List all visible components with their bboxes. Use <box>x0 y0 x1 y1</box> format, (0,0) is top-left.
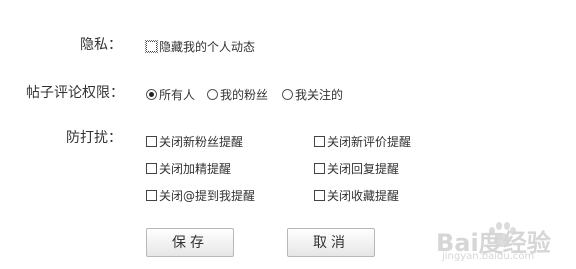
checkbox-box[interactable] <box>146 136 157 147</box>
radio-button[interactable] <box>207 89 218 100</box>
checkbox-box[interactable] <box>145 40 158 53</box>
disable-reply-label: 关闭回复提醒 <box>327 162 400 176</box>
hide-activity-checkbox[interactable]: 隐藏我的个人动态 <box>145 38 256 55</box>
disable-new-fan-label: 关闭新粉丝提醒 <box>159 135 244 149</box>
disable-new-review-label: 关闭新评价提醒 <box>327 135 412 149</box>
disable-mention-label: 关闭@提到我提醒 <box>159 189 256 203</box>
checkbox-box[interactable] <box>146 163 157 174</box>
disable-favorite-reminder[interactable]: 关闭收藏提醒 <box>314 187 399 204</box>
checkbox-box[interactable] <box>146 190 157 201</box>
comment-permission-label: 帖子评论权限： <box>26 85 124 101</box>
radio-following-label: 我关注的 <box>295 88 344 102</box>
radio-following[interactable]: 我关注的 <box>282 86 343 103</box>
privacy-label: 隐私： <box>80 37 122 53</box>
baidu-jingyan-watermark: Bai度经验 jingyan.baidu.com <box>436 222 566 265</box>
disable-favorite-label: 关闭收藏提醒 <box>327 189 400 203</box>
save-button[interactable]: 保存 <box>146 228 234 257</box>
checkbox-box[interactable] <box>314 136 325 147</box>
radio-button[interactable] <box>282 89 293 100</box>
disable-featured-reminder[interactable]: 关闭加精提醒 <box>146 160 231 177</box>
disable-new-review-reminder[interactable]: 关闭新评价提醒 <box>314 133 411 150</box>
radio-everyone-label: 所有人 <box>159 88 196 102</box>
disable-featured-label: 关闭加精提醒 <box>159 162 232 176</box>
radio-everyone[interactable]: 所有人 <box>146 86 195 103</box>
hide-activity-label: 隐藏我的个人动态 <box>159 40 256 54</box>
checkbox-box[interactable] <box>314 190 325 201</box>
checkbox-box[interactable] <box>314 163 325 174</box>
cancel-button[interactable]: 取消 <box>287 228 375 257</box>
radio-button-checked[interactable] <box>146 89 157 100</box>
disable-reply-reminder[interactable]: 关闭回复提醒 <box>314 160 399 177</box>
disable-mention-reminder[interactable]: 关闭@提到我提醒 <box>146 187 255 204</box>
disturb-label: 防打扰： <box>66 130 122 146</box>
disable-new-fan-reminder[interactable]: 关闭新粉丝提醒 <box>146 133 243 150</box>
radio-my-fans-label: 我的粉丝 <box>220 88 269 102</box>
watermark-url: jingyan.baidu.com <box>442 251 535 262</box>
radio-my-fans[interactable]: 我的粉丝 <box>207 86 268 103</box>
